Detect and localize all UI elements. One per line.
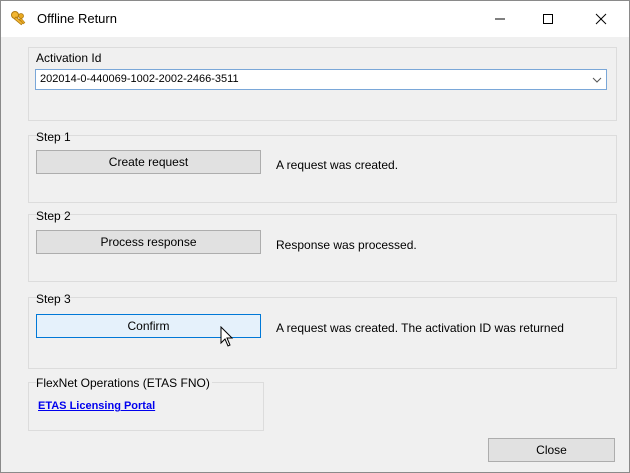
process-response-button[interactable]: Process response [36,230,261,254]
offline-return-dialog: Offline Return Activation Id 202014-0-44… [0,0,630,473]
create-request-button[interactable]: Create request [36,150,261,174]
step2-status: Response was processed. [276,238,417,252]
minimize-button[interactable] [477,1,523,37]
mouse-cursor-icon [220,326,234,347]
activation-id-combobox[interactable]: 202014-0-440069-1002-2002-2466-3511 [35,69,607,90]
maximize-button[interactable] [525,1,571,37]
step2-label: Step 2 [36,209,71,223]
close-icon [595,13,607,25]
step1-status: A request was created. [276,158,399,172]
activation-id-value: 202014-0-440069-1002-2002-2466-3511 [40,73,239,85]
activation-label: Activation Id [36,51,102,65]
step3-status: A request was created. The activation ID… [276,321,564,335]
flexnet-label: FlexNet Operations (ETAS FNO) [36,376,212,390]
etas-licensing-portal-link[interactable]: ETAS Licensing Portal [38,400,155,412]
minimize-icon [495,18,505,20]
step3-label: Step 3 [36,292,71,306]
close-button[interactable]: Close [488,438,615,462]
maximize-icon [543,14,553,24]
title-bar[interactable]: Offline Return [1,1,629,37]
step1-label: Step 1 [36,130,71,144]
close-window-button[interactable] [578,1,624,37]
window-title: Offline Return [37,11,117,26]
chevron-down-icon[interactable] [592,75,602,85]
keys-icon [11,11,26,26]
